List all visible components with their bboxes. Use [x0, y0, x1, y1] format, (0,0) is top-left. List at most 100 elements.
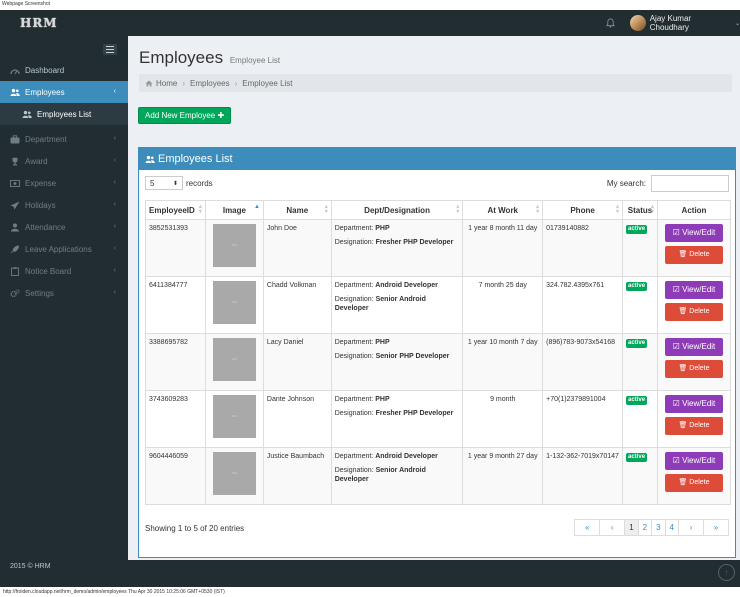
breadcrumb-home[interactable]: Home [156, 79, 177, 88]
column-header-at-work[interactable]: At Work ▴ ▾ [462, 200, 544, 220]
breadcrumb-employees[interactable]: Employees [190, 79, 230, 88]
column-header-status[interactable]: Status ▴ ▾ [622, 200, 658, 220]
pagination-item[interactable]: 2 [637, 519, 653, 536]
bell-icon[interactable] [606, 18, 615, 28]
cell-action: ☑ View/Edit 🗑 Delete [656, 219, 732, 277]
chevron-left-icon: ‹ [113, 135, 116, 142]
cell-at-work: 1 year 8 month 11 day [462, 219, 544, 277]
cell-action: ☑ View/Edit 🗑 Delete [656, 276, 732, 334]
column-header-image[interactable]: Image ▲ [204, 200, 264, 220]
sort-icon: ▴ ▾ [456, 204, 460, 215]
sidebar-item-department[interactable]: Department ‹ [0, 128, 128, 150]
records-value: 5 [150, 178, 155, 188]
cell-phone: 01739140882 [542, 219, 624, 277]
view-edit-button[interactable]: ☑ View/Edit [664, 224, 723, 242]
delete-button[interactable]: 🗑 Delete [664, 246, 723, 264]
status-badge: active [626, 282, 648, 291]
page-title-text: Employees [139, 48, 224, 67]
avatar [630, 15, 646, 31]
sidebar-item-dashboard[interactable]: Dashboard [0, 59, 128, 81]
sidebar-item-employees[interactable]: Employees ‹ [0, 81, 128, 103]
designation-value: Senior PHP Developer [375, 353, 450, 360]
chevron-left-icon: ‹ [113, 267, 116, 274]
cell-employee-id: 3852531393 [145, 219, 206, 277]
sort-icon: ▴ ▾ [536, 204, 540, 215]
designation-value: Fresher PHP Developer [375, 410, 454, 417]
main-content: Employees Employee List Home › Employees… [128, 36, 740, 560]
cell-image: IMG [204, 219, 264, 277]
sidebar-item-expense[interactable]: Expense ‹ [0, 172, 128, 194]
view-edit-button[interactable]: ☑ View/Edit [664, 395, 723, 413]
sidebar-item-label: Expense [25, 178, 57, 188]
delete-button[interactable]: 🗑 Delete [664, 360, 723, 378]
pagination-item[interactable]: › [678, 519, 704, 536]
cell-status: active [622, 219, 658, 277]
sidebar-item-employees-list[interactable]: Employees List [0, 103, 128, 125]
cell-status: active [622, 390, 658, 448]
user-icon [10, 223, 20, 232]
cell-action: ☑ View/Edit 🗑 Delete [656, 333, 732, 391]
pagination: «‹ 1 2 3 4 ›» [574, 519, 729, 536]
pagination-item[interactable]: « [574, 519, 601, 536]
department-value: PHP [375, 396, 390, 403]
sidebar-item-label: Leave Applications [25, 244, 92, 254]
sidebar-item-leave-applications[interactable]: Leave Applications ‹ [0, 238, 128, 260]
sidebar-toggle-button[interactable] [103, 44, 117, 55]
pagination-item[interactable]: ‹ [599, 519, 626, 536]
delete-button[interactable]: 🗑 Delete [664, 474, 723, 492]
cell-phone: (896)783-9073x54168 [542, 333, 624, 391]
sidebar-item-settings[interactable]: Settings ‹ [0, 282, 128, 304]
employee-photo: IMG [212, 338, 256, 381]
sort-icon: ▴ ▾ [616, 204, 620, 215]
view-edit-button[interactable]: ☑ View/Edit [664, 338, 723, 356]
cell-employee-id: 3388695782 [145, 333, 206, 391]
sidebar-item-label: Dashboard [25, 65, 65, 75]
user-menu[interactable]: Ajay Kumar Choudhary ⌄ [630, 14, 740, 32]
chevron-left-icon: ‹ [113, 179, 116, 186]
cell-name: Chadd Volkman [262, 276, 332, 334]
sort-asc-icon: ▲ [253, 204, 260, 210]
cell-employee-id: 3743609283 [145, 390, 206, 448]
chevron-updown-icon: ⬍ [172, 180, 178, 187]
pagination-item[interactable]: 3 [651, 519, 666, 536]
employees-table: EmployeeID ▴ ▾ Image ▲ Name ▴ ▾ Dept/Designat… [145, 200, 732, 505]
pagination-item[interactable]: 4 [664, 519, 679, 536]
chevron-left-icon: ‹ [113, 157, 116, 164]
dashboard-icon [10, 66, 20, 75]
sidebar-item-notice-board[interactable]: Notice Board ‹ [0, 260, 128, 282]
sidebar-item-label: Notice Board [25, 266, 72, 276]
cell-dept: Department: PHP Designation: Senior PHP D… [330, 333, 464, 391]
sidebar-item-label: Award [25, 156, 48, 166]
sidebar-item-award[interactable]: Award ‹ [0, 150, 128, 172]
cell-action: ☑ View/Edit 🗑 Delete [656, 390, 732, 448]
app-logo[interactable]: HRM [20, 14, 58, 32]
cell-at-work: 7 month 25 day [462, 276, 544, 334]
status-badge: active [626, 225, 648, 234]
sidebar-item-holidays[interactable]: Holidays ‹ [0, 194, 128, 216]
search-label: My search: [606, 179, 646, 188]
chevron-down-icon: ⌄ [734, 20, 740, 27]
records-per-page-select[interactable]: 5 ⬍ [145, 176, 183, 190]
chevron-left-icon: ‹ [113, 201, 116, 208]
column-header-employee-id[interactable]: EmployeeID ▴ ▾ [145, 200, 206, 220]
chevron-left-icon: ‹ [113, 289, 116, 296]
view-edit-button[interactable]: ☑ View/Edit [664, 281, 723, 299]
pagination-item[interactable]: 1 [624, 519, 639, 536]
add-new-employee-button[interactable]: Add New Employee ✚ [138, 107, 232, 124]
view-edit-button[interactable]: ☑ View/Edit [664, 452, 723, 470]
scroll-top-button[interactable]: ↑ [718, 564, 735, 581]
pagination-item[interactable]: » [703, 519, 729, 536]
delete-button[interactable]: 🗑 Delete [664, 303, 723, 321]
page-subtitle: Employee List [229, 56, 281, 65]
column-header-name[interactable]: Name ▴ ▾ [262, 200, 332, 220]
sidebar-item-attendance[interactable]: Attendance ‹ [0, 216, 128, 238]
search-input[interactable] [651, 175, 729, 192]
delete-button[interactable]: 🗑 Delete [664, 417, 723, 435]
records-control: 5 ⬍ records [145, 176, 213, 190]
cell-employee-id: 9604446059 [145, 447, 206, 505]
copyright: 2015 © HRM [10, 563, 51, 570]
home-icon [145, 80, 153, 86]
cell-name: Lacy Daniel [262, 333, 332, 391]
column-header-phone[interactable]: Phone ▴ ▾ [542, 200, 624, 220]
column-header-dept[interactable]: Dept/Designation ▴ ▾ [330, 200, 464, 220]
